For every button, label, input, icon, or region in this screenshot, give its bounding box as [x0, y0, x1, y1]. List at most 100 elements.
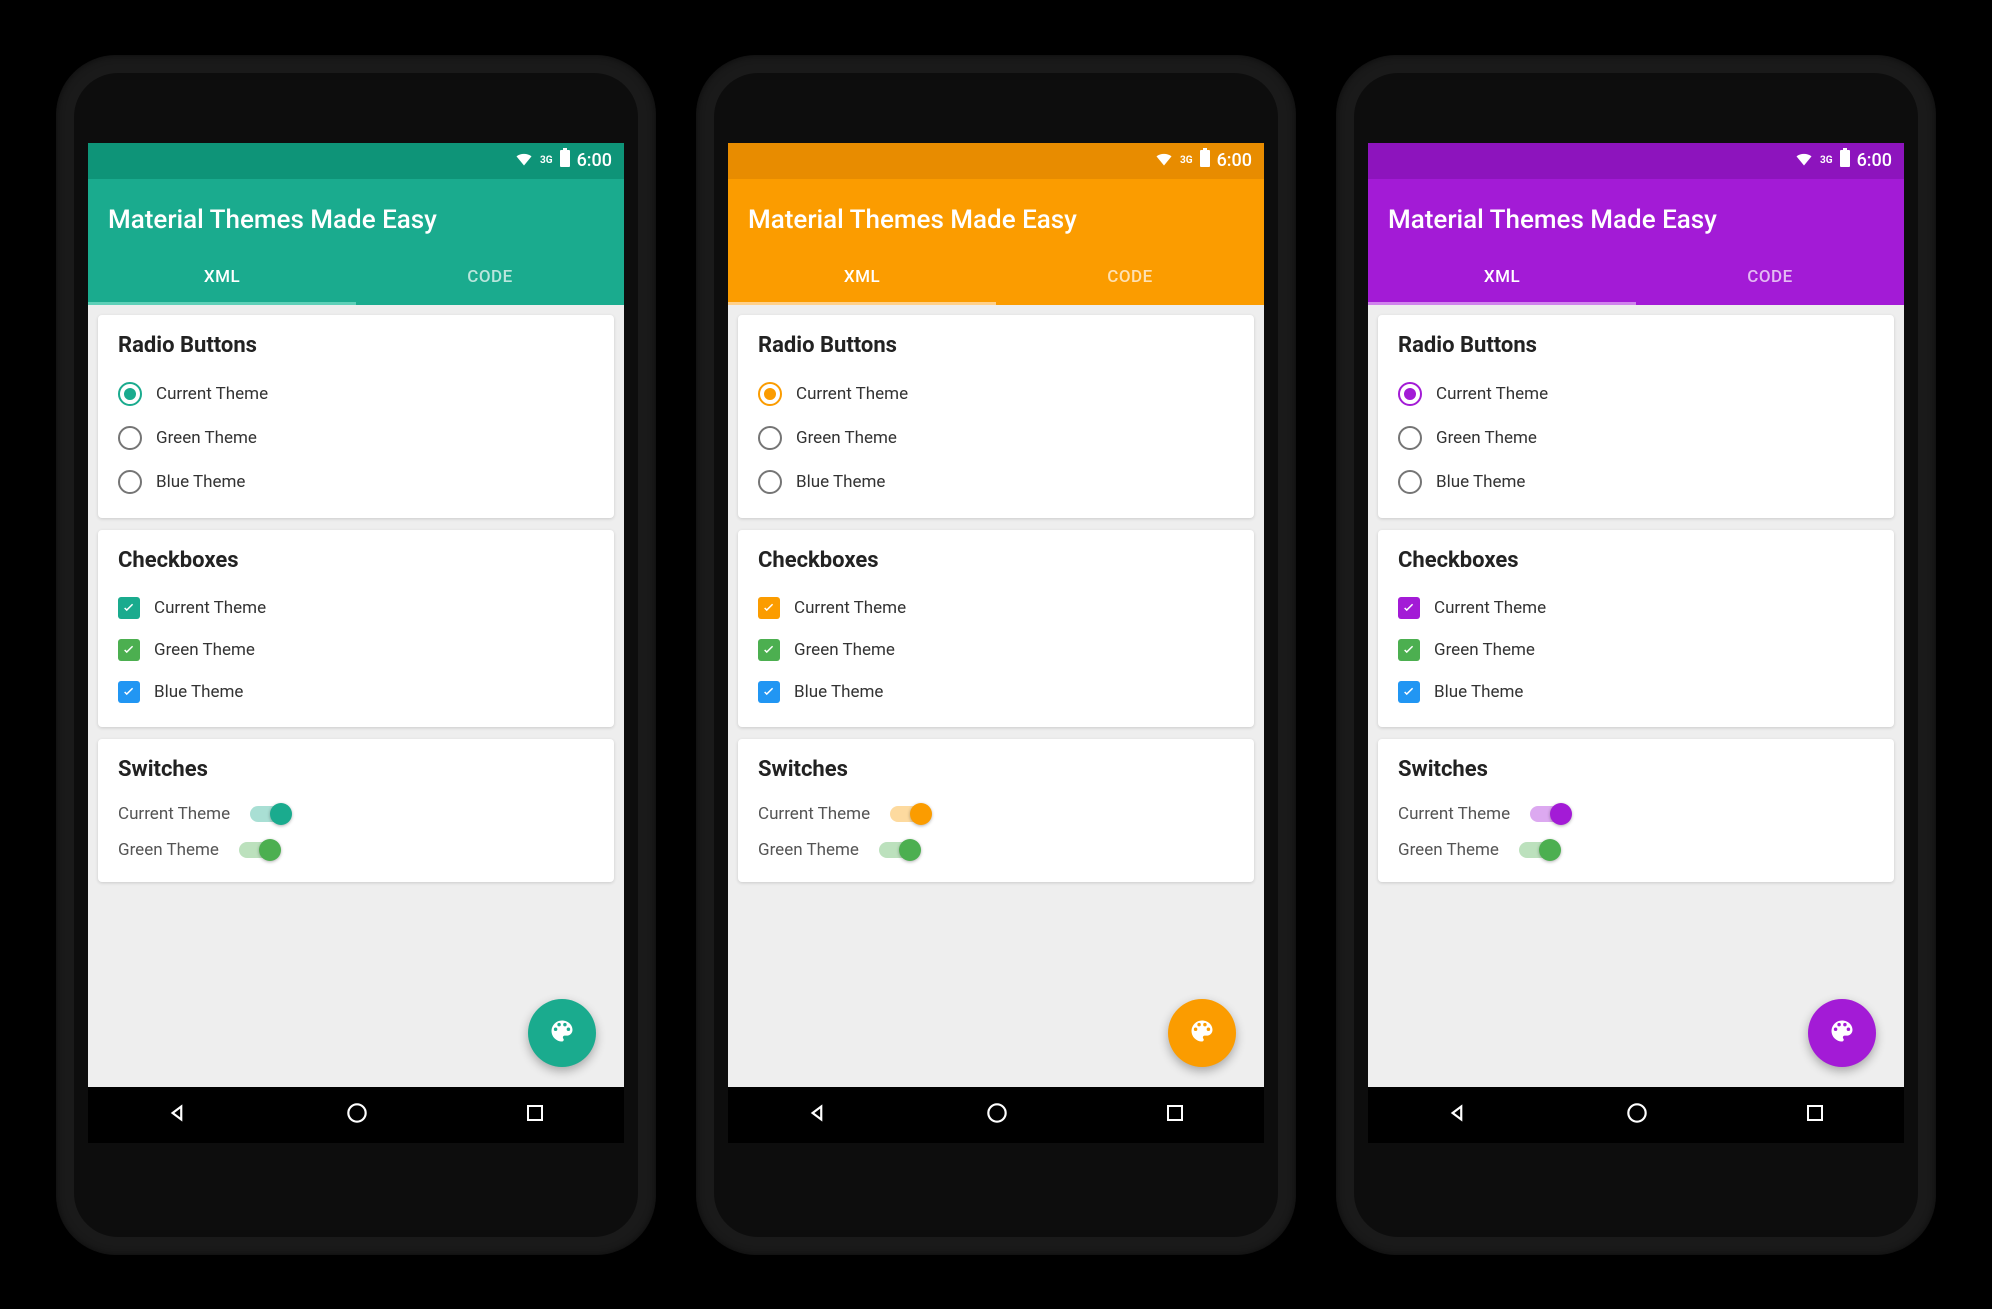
battery-icon — [1839, 148, 1851, 173]
nav-home[interactable] — [1624, 1100, 1650, 1130]
checkbox-row-current[interactable]: Current Theme — [118, 587, 594, 629]
checkbox-blue[interactable] — [758, 681, 780, 703]
status-bar: 3G 6:00 — [1368, 143, 1904, 179]
radio-current[interactable] — [758, 382, 782, 406]
checkbox-current[interactable] — [758, 597, 780, 619]
switch-card: Switches Current Theme Green Theme — [98, 739, 614, 882]
clock: 6:00 — [1217, 150, 1252, 171]
checkbox-row-green[interactable]: Green Theme — [758, 629, 1234, 671]
nav-back[interactable] — [1445, 1100, 1471, 1130]
checkbox-current[interactable] — [118, 597, 140, 619]
radio-row-green[interactable]: Green Theme — [1398, 416, 1874, 460]
nav-recent[interactable] — [523, 1101, 547, 1129]
nav-recent[interactable] — [1163, 1101, 1187, 1129]
radio-row-current[interactable]: Current Theme — [118, 372, 594, 416]
switch-current[interactable] — [250, 806, 290, 822]
checkbox-green-label: Green Theme — [1434, 640, 1535, 660]
checkbox-green[interactable] — [118, 639, 140, 661]
checkbox-blue[interactable] — [1398, 681, 1420, 703]
radio-row-blue[interactable]: Blue Theme — [1398, 460, 1874, 504]
radio-blue-label: Blue Theme — [796, 472, 885, 492]
content-area: Radio Buttons Current Theme Green Theme … — [88, 305, 624, 1083]
checkbox-row-current[interactable]: Current Theme — [758, 587, 1234, 629]
radio-current-label: Current Theme — [1436, 384, 1548, 404]
tab-xml[interactable]: XML — [1368, 253, 1636, 305]
checkbox-row-blue[interactable]: Blue Theme — [758, 671, 1234, 713]
network-label: 3G — [1180, 156, 1193, 166]
switch-green[interactable] — [1519, 842, 1559, 858]
checkbox-row-current[interactable]: Current Theme — [1398, 587, 1874, 629]
nav-home[interactable] — [984, 1100, 1010, 1130]
phone-frame-purple: 3G 6:00 Material Themes Made Easy XML CO… — [1336, 55, 1936, 1255]
radio-card: Radio Buttons Current Theme Green Theme … — [1378, 315, 1894, 518]
radio-blue[interactable] — [758, 470, 782, 494]
switch-row-current[interactable]: Current Theme — [118, 796, 594, 832]
switch-green-label: Green Theme — [1398, 840, 1499, 860]
nav-back[interactable] — [805, 1100, 831, 1130]
radio-row-blue[interactable]: Blue Theme — [758, 460, 1234, 504]
tab-code[interactable]: CODE — [1636, 253, 1904, 305]
switch-current[interactable] — [890, 806, 930, 822]
switch-row-current[interactable]: Current Theme — [1398, 796, 1874, 832]
radio-row-green[interactable]: Green Theme — [758, 416, 1234, 460]
tab-code[interactable]: CODE — [996, 253, 1264, 305]
checkbox-row-blue[interactable]: Blue Theme — [118, 671, 594, 713]
switch-row-green[interactable]: Green Theme — [118, 832, 594, 868]
radio-row-blue[interactable]: Blue Theme — [118, 460, 594, 504]
radio-green-label: Green Theme — [796, 428, 897, 448]
switch-current-label: Current Theme — [758, 804, 870, 824]
checkbox-title: Checkboxes — [1398, 548, 1874, 573]
radio-row-green[interactable]: Green Theme — [118, 416, 594, 460]
tab-code-label: CODE — [467, 267, 513, 287]
checkbox-card: Checkboxes Current Theme Green Theme Blu… — [738, 530, 1254, 727]
switch-green[interactable] — [239, 842, 279, 858]
checkbox-current-label: Current Theme — [154, 598, 266, 618]
switch-card: Switches Current Theme Green Theme — [1378, 739, 1894, 882]
radio-row-current[interactable]: Current Theme — [758, 372, 1234, 416]
checkbox-title: Checkboxes — [758, 548, 1234, 573]
phone-frame-orange: 3G 6:00 Material Themes Made Easy XML CO… — [696, 55, 1296, 1255]
tab-xml-label: XML — [204, 267, 240, 287]
tab-code[interactable]: CODE — [356, 253, 624, 305]
radio-title: Radio Buttons — [118, 333, 594, 358]
radio-green[interactable] — [758, 426, 782, 450]
android-navbar — [88, 1087, 624, 1143]
nav-back[interactable] — [165, 1100, 191, 1130]
checkbox-green[interactable] — [1398, 639, 1420, 661]
radio-current[interactable] — [1398, 382, 1422, 406]
palette-icon — [1188, 1017, 1216, 1049]
radio-green[interactable] — [1398, 426, 1422, 450]
tab-xml[interactable]: XML — [88, 253, 356, 305]
radio-blue[interactable] — [118, 470, 142, 494]
tab-xml[interactable]: XML — [728, 253, 996, 305]
checkbox-blue[interactable] — [118, 681, 140, 703]
checkbox-blue-label: Blue Theme — [794, 682, 883, 702]
switch-row-current[interactable]: Current Theme — [758, 796, 1234, 832]
switch-row-green[interactable]: Green Theme — [758, 832, 1234, 868]
checkbox-title: Checkboxes — [118, 548, 594, 573]
switch-row-green[interactable]: Green Theme — [1398, 832, 1874, 868]
fab-palette[interactable] — [1808, 999, 1876, 1067]
radio-row-current[interactable]: Current Theme — [1398, 372, 1874, 416]
tab-code-label: CODE — [1747, 267, 1793, 287]
radio-green-label: Green Theme — [156, 428, 257, 448]
switch-current[interactable] — [1530, 806, 1570, 822]
phone-screen: 3G 6:00 Material Themes Made Easy XML CO… — [88, 143, 624, 1143]
switch-green-label: Green Theme — [758, 840, 859, 860]
nav-home[interactable] — [344, 1100, 370, 1130]
fab-palette[interactable] — [528, 999, 596, 1067]
radio-blue[interactable] — [1398, 470, 1422, 494]
radio-green[interactable] — [118, 426, 142, 450]
checkbox-row-green[interactable]: Green Theme — [1398, 629, 1874, 671]
switch-current-label: Current Theme — [1398, 804, 1510, 824]
checkbox-row-blue[interactable]: Blue Theme — [1398, 671, 1874, 713]
switch-green[interactable] — [879, 842, 919, 858]
radio-current[interactable] — [118, 382, 142, 406]
tab-bar: XML CODE — [728, 253, 1264, 305]
checkbox-row-green[interactable]: Green Theme — [118, 629, 594, 671]
checkbox-green[interactable] — [758, 639, 780, 661]
checkbox-current[interactable] — [1398, 597, 1420, 619]
nav-recent[interactable] — [1803, 1101, 1827, 1129]
fab-palette[interactable] — [1168, 999, 1236, 1067]
radio-green-label: Green Theme — [1436, 428, 1537, 448]
